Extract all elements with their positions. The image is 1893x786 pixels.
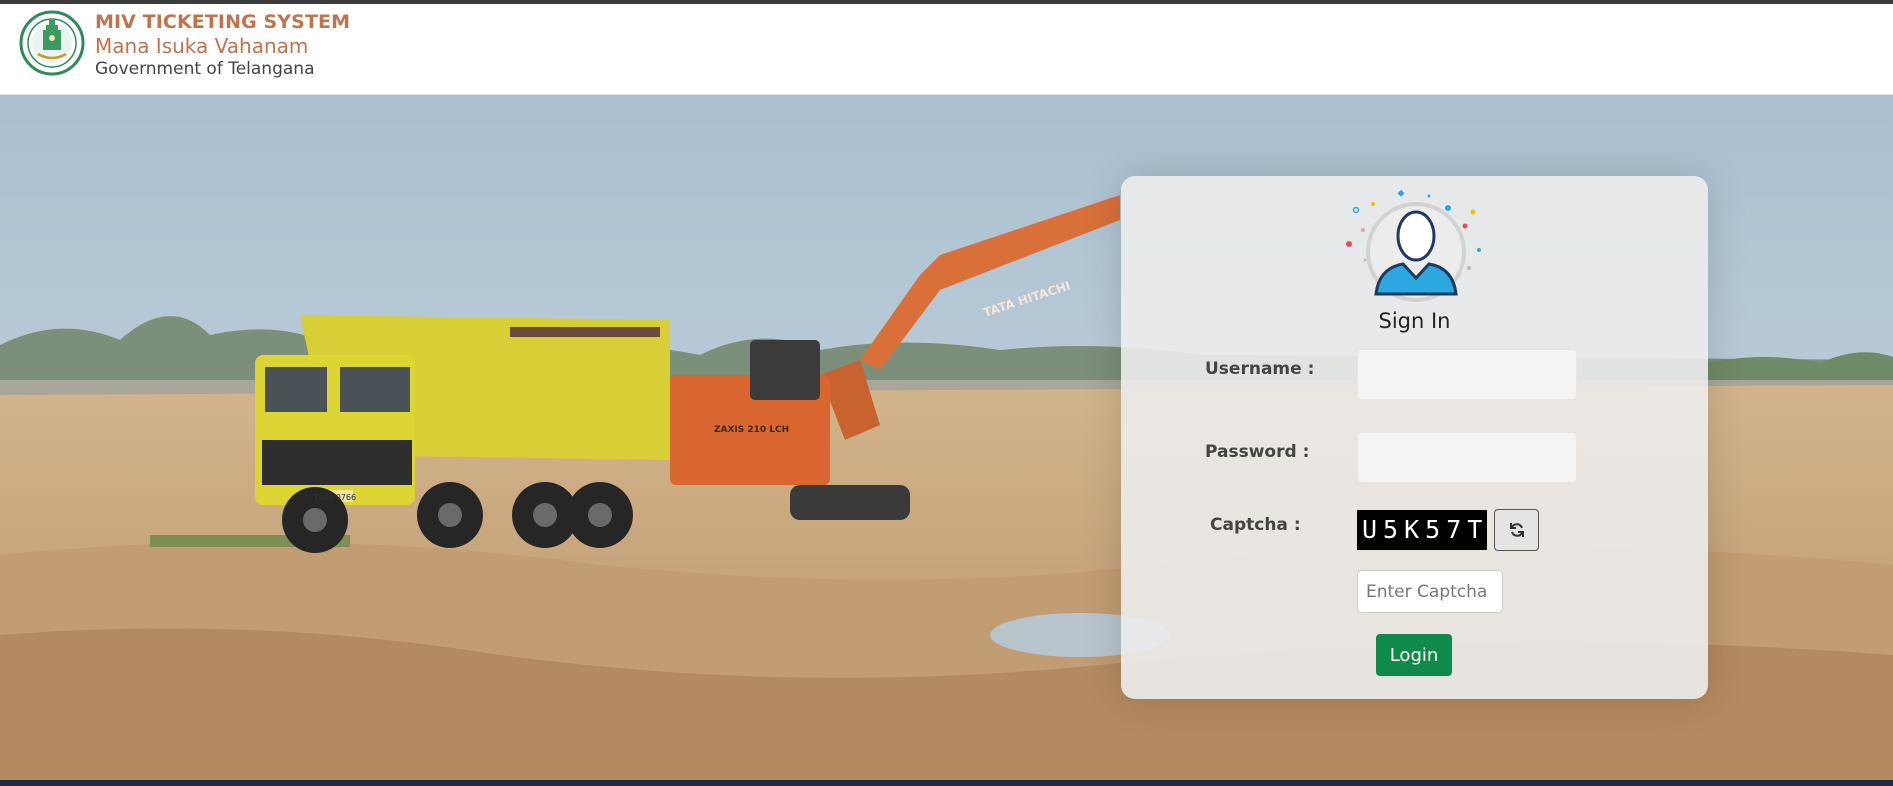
- truck-plate-text: TS06 0766: [312, 493, 356, 502]
- password-label: Password :: [1205, 442, 1310, 462]
- login-card: Sign In Username : Password : Captcha : …: [1121, 176, 1708, 699]
- app-title: MIV TICKETING SYSTEM: [95, 11, 351, 33]
- user-avatar-icon: [1346, 189, 1481, 302]
- captcha-refresh-button[interactable]: [1494, 509, 1539, 551]
- footer-bar: [0, 780, 1893, 786]
- signin-title: Sign In: [1378, 309, 1451, 333]
- captcha-label: Captcha :: [1210, 515, 1301, 535]
- captcha-input[interactable]: [1357, 570, 1503, 613]
- app-subtitle: Mana Isuka Vahanam: [95, 34, 309, 58]
- username-input[interactable]: [1357, 349, 1577, 400]
- site-header: MIV TICKETING SYSTEM Mana Isuka Vahanam …: [0, 4, 1893, 95]
- username-label: Username :: [1205, 359, 1315, 379]
- telangana-emblem-icon: [19, 10, 85, 76]
- refresh-icon: [1509, 523, 1524, 537]
- captcha-image: U5K57T: [1357, 510, 1487, 550]
- brand-block: MIV TICKETING SYSTEM Mana Isuka Vahanam …: [95, 10, 350, 80]
- excavator-model-text: ZAXIS 210 LCH: [714, 425, 789, 435]
- password-input[interactable]: [1357, 432, 1577, 483]
- login-button[interactable]: Login: [1376, 634, 1452, 676]
- government-name: Government of Telangana: [95, 59, 315, 79]
